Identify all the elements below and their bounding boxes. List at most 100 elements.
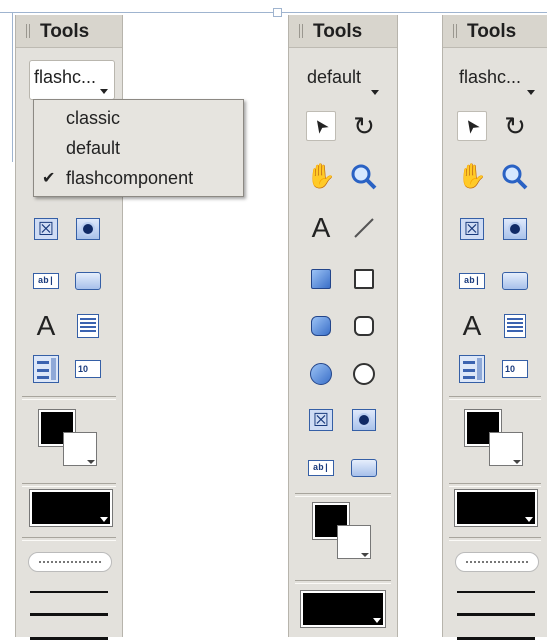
hand-tool[interactable]: ✋ [457,162,487,192]
line-style-dotted-option[interactable] [28,552,112,572]
textinput-component-tool[interactable]: ab| [31,266,61,296]
color-swatches [39,410,99,470]
textarea-component-icon [504,314,526,338]
separator [449,396,541,400]
selection-tool[interactable]: ➤ [306,111,336,141]
panel-title: Tools [40,21,90,42]
fill-color-swatch[interactable] [337,525,371,559]
button-component-icon [351,459,377,477]
panel-header[interactable]: Tools [443,15,547,48]
numericstepper-component-icon: 10 [75,360,101,378]
rectangle-fill-tool[interactable] [306,264,336,294]
line-style-medium-option[interactable] [30,613,108,616]
hand-tool[interactable]: ✋ [306,162,336,192]
menu-item-classic[interactable]: classic [34,103,243,133]
chevron-down-icon [100,89,108,94]
zoom-tool[interactable] [500,162,530,192]
chevron-down-icon [371,90,379,95]
color-swatches [465,410,525,470]
separator [22,537,116,541]
textinput-component-tool[interactable]: ab| [306,453,336,483]
combobox-component-tool[interactable] [457,354,487,384]
rounded-rectangle-icon [354,316,374,336]
button-component-tool[interactable] [349,453,379,483]
separator [295,580,391,584]
combobox-component-tool[interactable] [31,354,61,384]
checkbox-component-icon: ☒ [34,218,58,240]
tool-set-value: flashc... [34,67,97,87]
separator [22,396,116,400]
rotate-tool[interactable]: ↻ [349,111,379,141]
text-tool[interactable]: A [306,213,336,243]
line-tool[interactable] [349,213,379,243]
rotate-tool[interactable]: ↻ [500,111,530,141]
guide-handle[interactable] [273,8,282,17]
menu-item-default[interactable]: default [34,133,243,163]
textinput-component-tool[interactable]: ab| [457,266,487,296]
tool-set-dropdown[interactable]: flashc... [457,60,541,100]
textinput-component-icon: ab| [459,273,485,289]
panel-header[interactable]: Tools [289,15,397,48]
rectangle-outline-tool[interactable] [349,264,379,294]
button-component-tool[interactable] [500,266,530,296]
panel-title: Tools [313,21,363,42]
separator [449,537,541,541]
fill-color-swatch[interactable] [63,432,97,466]
separator [295,493,391,497]
drag-grip-icon[interactable] [453,24,459,38]
line-icon [354,218,374,238]
separator [449,483,541,487]
numericstepper-component-tool[interactable]: 10 [73,354,103,384]
line-style-medium-option[interactable] [457,613,535,616]
checkbox-component-tool[interactable]: ☒ [31,214,61,244]
arrow-icon: ➤ [459,114,485,138]
hand-icon: ✋ [457,163,487,190]
drag-grip-icon[interactable] [26,24,32,38]
numericstepper-component-icon: 10 [502,360,528,378]
oval-fill-tool[interactable] [306,359,336,389]
textarea-component-tool[interactable] [500,311,530,341]
button-component-icon [502,272,528,290]
checkbox-component-icon: ☒ [309,409,333,431]
menu-item-flashcomponent[interactable]: ✔ flashcomponent [34,163,243,193]
textinput-component-icon: ab| [308,460,334,476]
line-style-thin-option[interactable] [457,591,535,593]
fill-color-swatch[interactable] [489,432,523,466]
radio-component-icon [352,409,376,431]
tool-set-dropdown[interactable]: default [305,60,385,100]
text-icon: A [462,310,482,341]
selection-tool[interactable]: ➤ [457,111,487,141]
text-tool[interactable]: A [457,311,487,341]
checkbox-component-icon: ☒ [460,218,484,240]
panel-header[interactable]: Tools [16,15,122,48]
checkbox-component-tool[interactable]: ☒ [306,405,336,435]
hand-icon: ✋ [306,163,336,190]
zoom-tool[interactable] [349,162,379,192]
rounded-rectangle-fill-tool[interactable] [306,311,336,341]
line-style-thin-option[interactable] [30,591,108,593]
rounded-rectangle-outline-tool[interactable] [349,311,379,341]
textarea-component-tool[interactable] [73,311,103,341]
numericstepper-component-tool[interactable]: 10 [500,354,530,384]
magnifier-icon [351,164,377,190]
tool-set-value: default [307,67,362,87]
button-component-tool[interactable] [73,266,103,296]
rectangle-icon [354,269,374,289]
line-style-dotted-option[interactable] [455,552,539,572]
text-tool[interactable]: A [31,311,61,341]
checkbox-component-tool[interactable]: ☒ [457,214,487,244]
stroke-color-picker[interactable] [301,591,385,627]
tools-panel-default: Tools default ➤ ↻ ✋ A ☒ ab| [288,15,398,637]
radio-component-tool[interactable] [73,214,103,244]
textinput-component-icon: ab| [33,273,59,289]
radio-component-tool[interactable] [500,214,530,244]
combobox-component-icon [33,355,59,383]
oval-outline-tool[interactable] [349,359,379,389]
panel-title: Tools [467,21,517,42]
rotate-icon: ↻ [353,111,375,141]
radio-component-tool[interactable] [349,405,379,435]
drag-grip-icon[interactable] [299,24,305,38]
tool-set-dropdown[interactable]: flashc... [29,60,115,100]
stroke-color-picker[interactable] [30,490,112,526]
stroke-color-picker[interactable] [455,490,537,526]
